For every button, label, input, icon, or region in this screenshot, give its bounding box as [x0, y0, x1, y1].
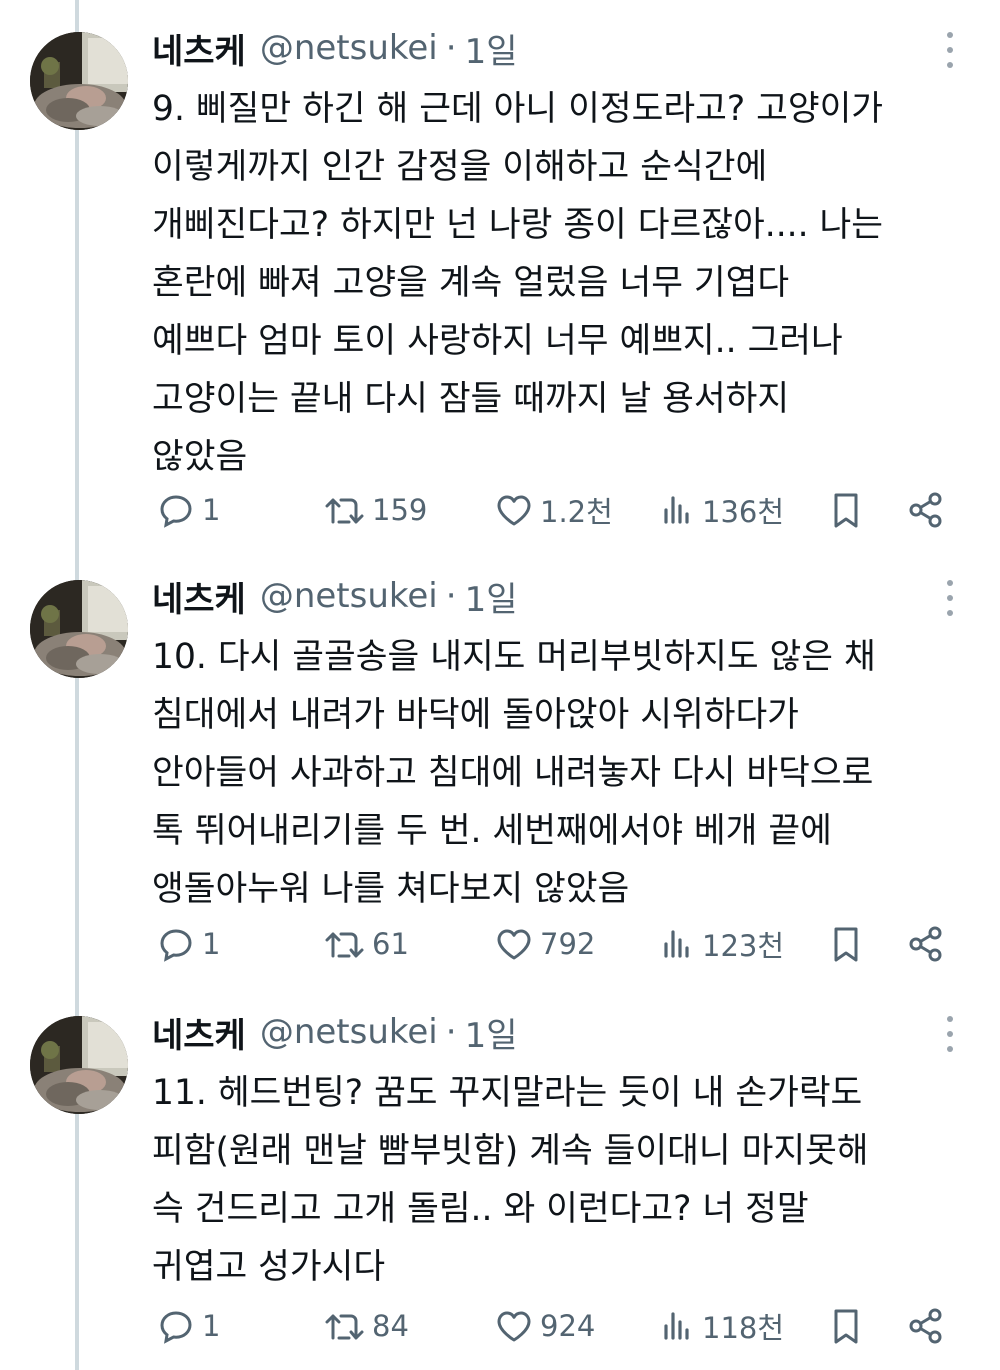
tweet-text-line: 귀엽고 성가시다 — [152, 1247, 386, 1287]
avatar[interactable] — [30, 580, 128, 678]
views-button[interactable]: 118천 — [658, 1302, 784, 1350]
timestamp[interactable]: 1일 — [465, 572, 518, 621]
retweet-count: 159 — [372, 493, 428, 527]
tweet-text-line: 앵돌아누워 나를 쳐다보지 않았음 — [152, 869, 630, 909]
display-name[interactable]: 네츠케 — [152, 24, 246, 73]
retweet-count: 84 — [372, 1309, 409, 1343]
share-button[interactable] — [904, 1302, 948, 1350]
like-button[interactable]: 1.2천 — [492, 486, 613, 534]
bookmark-button[interactable] — [826, 486, 866, 534]
reply-count: 1 — [202, 927, 221, 961]
tweet-text-line: 안아들어 사과하고 침대에 내려놓자 다시 바닥으로 — [152, 753, 874, 793]
reply-button[interactable]: 1 — [154, 920, 220, 968]
avatar[interactable] — [30, 32, 128, 130]
tweet-text-line: 이렇게까지 인간 감정을 이해하고 순식간에 — [152, 147, 768, 187]
view-count: 136천 — [702, 495, 785, 529]
tweet-text-line: 혼란에 빠져 고양을 계속 얼렀음 너무 기엽다 — [152, 263, 790, 303]
share-button[interactable] — [904, 920, 948, 968]
tweet-text-line: 침대에서 내려가 바닥에 돌아앉아 시위하다가 — [152, 695, 799, 735]
tweet-text-line: 예쁘다 엄마 토이 사랑하지 너무 예쁘지.. 그러나 — [152, 321, 843, 361]
more-options-icon[interactable] — [938, 1014, 962, 1054]
display-name[interactable]: 네츠케 — [152, 1008, 246, 1057]
retweet-button[interactable]: 84 — [322, 1302, 409, 1350]
avatar[interactable] — [30, 1016, 128, 1114]
heart-icon — [497, 1311, 531, 1342]
separator-dot: · — [445, 28, 457, 68]
user-handle[interactable]: @netsukei — [260, 28, 438, 68]
timestamp[interactable]: 1일 — [465, 1008, 518, 1057]
like-count: 1.2천 — [540, 495, 613, 529]
avatar-photo-icon — [30, 580, 128, 678]
tweet-text: 11. 헤드번팅? 꿈도 꾸지말라는 듯이 내 손가락도 피함(원래 맨날 빰부… — [152, 1064, 972, 1296]
tweet-3[interactable]: 네츠케 @netsukei · 1일 11. 헤드번팅? 꿈도 꾸지말라는 듯이… — [0, 1008, 1000, 1370]
views-chart-icon — [664, 930, 689, 958]
tweet-header: 네츠케 @netsukei · 1일 — [152, 572, 517, 620]
view-count: 123천 — [702, 929, 785, 963]
retweet-button[interactable]: 61 — [322, 920, 409, 968]
reply-icon — [160, 495, 192, 528]
retweet-icon — [325, 1314, 364, 1340]
tweet-text-line: 피함(원래 맨날 빰부빗함) 계속 들이대니 마지못해 — [152, 1131, 869, 1171]
tweet-text-line: 개삐진다고? 하지만 넌 나랑 종이 다르잖아.... 나는 — [152, 205, 884, 245]
share-icon — [909, 1308, 942, 1344]
more-options-icon[interactable] — [938, 578, 962, 618]
reply-button[interactable]: 1 — [154, 486, 220, 534]
separator-dot: · — [445, 1012, 457, 1052]
bookmark-icon — [834, 927, 858, 962]
user-handle[interactable]: @netsukei — [260, 576, 438, 616]
avatar-photo-icon — [30, 32, 128, 130]
reply-icon — [160, 1311, 192, 1344]
share-button[interactable] — [904, 486, 948, 534]
like-button[interactable]: 792 — [492, 920, 595, 968]
tweet-text: 10. 다시 골골송을 내지도 머리부빗하지도 않은 채 침대에서 내려가 바닥… — [152, 628, 972, 918]
tweet-2[interactable]: 네츠케 @netsukei · 1일 10. 다시 골골송을 내지도 머리부빗하… — [0, 572, 1000, 992]
like-count: 792 — [540, 927, 596, 961]
reply-button[interactable]: 1 — [154, 1302, 220, 1350]
tweet-1[interactable]: 네츠케 @netsukei · 1일 9. 삐질만 하긴 해 근데 아니 이정도… — [0, 24, 1000, 544]
reply-count: 1 — [202, 1309, 221, 1343]
display-name[interactable]: 네츠케 — [152, 572, 246, 621]
tweet-text-line: 10. 다시 골골송을 내지도 머리부빗하지도 않은 채 — [152, 637, 876, 677]
bookmark-icon — [834, 493, 858, 528]
retweet-count: 61 — [372, 927, 409, 961]
tweet-text-line: 않았음 — [152, 437, 248, 477]
like-count: 924 — [540, 1309, 596, 1343]
action-bar: 1 84 924 118천 — [152, 1302, 962, 1350]
retweet-button[interactable]: 159 — [322, 486, 427, 534]
share-icon — [909, 492, 942, 528]
view-count: 118천 — [702, 1311, 785, 1345]
like-button[interactable]: 924 — [492, 1302, 595, 1350]
retweet-icon — [325, 498, 364, 524]
more-options-icon[interactable] — [938, 30, 962, 70]
bookmark-button[interactable] — [826, 920, 866, 968]
tweet-header: 네츠케 @netsukei · 1일 — [152, 1008, 517, 1056]
views-chart-icon — [664, 496, 689, 524]
views-chart-icon — [664, 1312, 689, 1340]
views-button[interactable]: 136천 — [658, 486, 784, 534]
tweet-text-line: 슥 건드리고 고개 돌림.. 와 이런다고? 너 정말 — [152, 1189, 809, 1229]
heart-icon — [497, 929, 531, 960]
tweet-text-line: 고양이는 끝내 다시 잠들 때까지 날 용서하지 — [152, 379, 790, 419]
action-bar: 1 61 792 123천 — [152, 920, 962, 968]
heart-icon — [497, 495, 531, 526]
views-button[interactable]: 123천 — [658, 920, 784, 968]
avatar-photo-icon — [30, 1016, 128, 1114]
tweet-header: 네츠케 @netsukei · 1일 — [152, 24, 517, 72]
reply-icon — [160, 929, 192, 962]
tweet-text: 9. 삐질만 하긴 해 근데 아니 이정도라고? 고양이가 이렇게까지 인간 감… — [152, 80, 972, 486]
tweet-text-line: 9. 삐질만 하긴 해 근데 아니 이정도라고? 고양이가 — [152, 89, 884, 129]
share-icon — [909, 926, 942, 962]
user-handle[interactable]: @netsukei — [260, 1012, 438, 1052]
timestamp[interactable]: 1일 — [465, 24, 518, 73]
reply-count: 1 — [202, 493, 221, 527]
tweet-text-line: 톡 뛰어내리기를 두 번. 세번째에서야 베개 끝에 — [152, 811, 832, 851]
bookmark-button[interactable] — [826, 1302, 866, 1350]
separator-dot: · — [445, 576, 457, 616]
bookmark-icon — [834, 1309, 858, 1344]
action-bar: 1 159 1.2천 136천 — [152, 486, 962, 534]
retweet-icon — [325, 932, 364, 958]
tweet-text-line: 11. 헤드번팅? 꿈도 꾸지말라는 듯이 내 손가락도 — [152, 1073, 863, 1113]
